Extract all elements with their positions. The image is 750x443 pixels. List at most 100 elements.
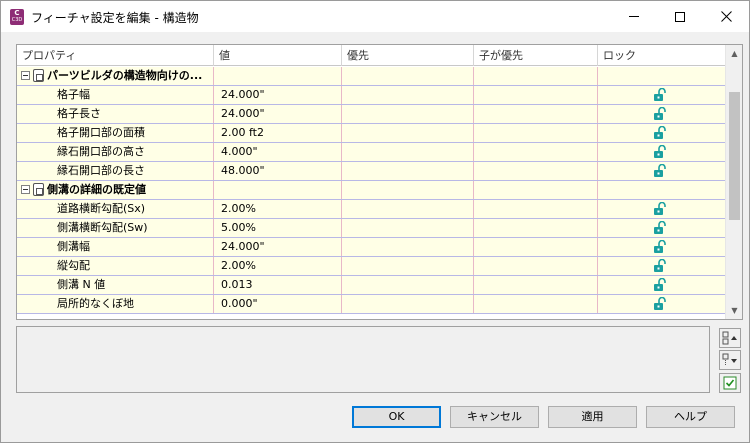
scroll-up-arrow-icon[interactable]: ▲ xyxy=(726,45,742,62)
property-value[interactable]: 2.00% xyxy=(214,200,342,218)
unlocked-padlock-icon[interactable] xyxy=(653,240,667,254)
property-value[interactable]: 24.000" xyxy=(214,105,342,123)
property-value[interactable]: 5.00% xyxy=(214,219,342,237)
table-row[interactable]: 格子長さ 24.000" xyxy=(17,105,726,124)
lock-cell[interactable] xyxy=(598,257,726,275)
unlocked-padlock-icon[interactable] xyxy=(653,278,667,292)
table-row[interactable]: 側溝幅 24.000" xyxy=(17,238,726,257)
lock-cell[interactable] xyxy=(598,219,726,237)
minimize-icon xyxy=(629,16,639,17)
move-up-button[interactable] xyxy=(719,328,741,348)
override-cell[interactable] xyxy=(342,257,474,275)
child-override-cell xyxy=(474,67,598,85)
group-row[interactable]: パーツビルダの構造物向けの... xyxy=(17,67,726,86)
unlocked-padlock-icon[interactable] xyxy=(653,107,667,121)
property-value[interactable]: 0.000" xyxy=(214,295,342,313)
unlocked-padlock-icon[interactable] xyxy=(653,164,667,178)
property-value[interactable]: 0.013 xyxy=(214,276,342,294)
table-row[interactable]: 縁石開口部の高さ 4.000" xyxy=(17,143,726,162)
property-value[interactable]: 2.00% xyxy=(214,257,342,275)
close-button[interactable] xyxy=(703,1,749,32)
unlocked-padlock-icon[interactable] xyxy=(653,202,667,216)
civil3d-app-icon: C C3D xyxy=(10,9,24,25)
apply-button[interactable]: 適用 xyxy=(548,406,637,428)
title-bar[interactable]: C C3D フィーチャ設定を編集 - 構造物 xyxy=(1,1,749,32)
child-override-cell xyxy=(474,295,598,313)
property-value[interactable]: 48.000" xyxy=(214,162,342,180)
vertical-scrollbar[interactable]: ▲ ▼ xyxy=(725,45,742,319)
lock-cell[interactable] xyxy=(598,143,726,161)
unlocked-padlock-icon[interactable] xyxy=(653,145,667,159)
child-override-cell xyxy=(474,219,598,237)
group-header-cell: パーツビルダの構造物向けの... xyxy=(17,67,214,85)
override-cell[interactable] xyxy=(342,219,474,237)
property-value[interactable]: 4.000" xyxy=(214,143,342,161)
override-cell[interactable] xyxy=(342,143,474,161)
lock-cell[interactable] xyxy=(598,238,726,256)
lock-cell[interactable] xyxy=(598,295,726,313)
ok-button[interactable]: OK xyxy=(352,406,441,428)
group-row[interactable]: 側溝の詳細の既定値 xyxy=(17,181,726,200)
column-header-override[interactable]: 優先 xyxy=(342,45,474,66)
override-cell[interactable] xyxy=(342,162,474,180)
lock-cell[interactable] xyxy=(598,124,726,142)
column-header-property[interactable]: プロパティ xyxy=(17,45,214,66)
table-row[interactable]: 局所的なくぼ地 0.000" xyxy=(17,295,726,314)
override-cell[interactable] xyxy=(342,295,474,313)
column-header-lock[interactable]: ロック xyxy=(598,45,726,66)
override-cell[interactable] xyxy=(342,200,474,218)
maximize-button[interactable] xyxy=(657,1,703,32)
unlocked-padlock-icon[interactable] xyxy=(653,297,667,311)
table-row[interactable]: 縁石開口部の長さ 48.000" xyxy=(17,162,726,181)
table-row[interactable]: 縦勾配 2.00% xyxy=(17,257,726,276)
scrollbar-thumb[interactable] xyxy=(729,92,740,220)
minimize-button[interactable] xyxy=(611,1,657,32)
child-override-cell xyxy=(474,276,598,294)
child-override-cell xyxy=(474,105,598,123)
property-name: 側溝横断勾配(Sw) xyxy=(17,219,214,237)
property-name: 縦勾配 xyxy=(17,257,214,275)
property-name: 道路横断勾配(Sx) xyxy=(17,200,214,218)
table-row[interactable]: 格子開口部の面積 2.00 ft2 xyxy=(17,124,726,143)
table-row[interactable]: 道路横断勾配(Sx) 2.00% xyxy=(17,200,726,219)
override-cell[interactable] xyxy=(342,86,474,104)
move-down-button[interactable] xyxy=(719,350,741,370)
collapse-icon[interactable] xyxy=(21,184,30,194)
help-button[interactable]: ヘルプ xyxy=(646,406,735,428)
group-label: パーツビルダの構造物向けの... xyxy=(47,69,203,82)
override-cell[interactable] xyxy=(342,105,474,123)
unlocked-padlock-icon[interactable] xyxy=(653,126,667,140)
column-header-child-override[interactable]: 子が優先 xyxy=(474,45,598,66)
unlocked-padlock-icon[interactable] xyxy=(653,88,667,102)
property-value[interactable]: 2.00 ft2 xyxy=(214,124,342,142)
property-name: 格子開口部の面積 xyxy=(17,124,214,142)
property-name: 側溝幅 xyxy=(17,238,214,256)
table-row[interactable]: 側溝 N 値 0.013 xyxy=(17,276,726,295)
property-value[interactable]: 24.000" xyxy=(214,238,342,256)
table-row[interactable]: 側溝横断勾配(Sw) 5.00% xyxy=(17,219,726,238)
unlocked-padlock-icon[interactable] xyxy=(653,259,667,273)
lock-cell[interactable] xyxy=(598,86,726,104)
cancel-button[interactable]: キャンセル xyxy=(450,406,539,428)
check-button[interactable] xyxy=(719,373,741,393)
child-override-cell xyxy=(474,124,598,142)
property-name: 格子幅 xyxy=(17,86,214,104)
lock-cell[interactable] xyxy=(598,200,726,218)
window-title: フィーチャ設定を編集 - 構造物 xyxy=(31,11,199,25)
child-override-cell xyxy=(474,257,598,275)
property-value[interactable]: 24.000" xyxy=(214,86,342,104)
lock-cell xyxy=(598,181,726,199)
override-cell[interactable] xyxy=(342,124,474,142)
lock-cell[interactable] xyxy=(598,105,726,123)
override-cell[interactable] xyxy=(342,276,474,294)
child-override-cell xyxy=(474,143,598,161)
override-cell[interactable] xyxy=(342,238,474,256)
lock-cell[interactable] xyxy=(598,276,726,294)
collapse-icon[interactable] xyxy=(21,70,30,80)
scroll-down-arrow-icon[interactable]: ▼ xyxy=(726,302,742,319)
unlocked-padlock-icon[interactable] xyxy=(653,221,667,235)
table-row[interactable]: 格子幅 24.000" xyxy=(17,86,726,105)
column-header-value[interactable]: 値 xyxy=(214,45,342,66)
group-header-cell: 側溝の詳細の既定値 xyxy=(17,181,214,199)
lock-cell[interactable] xyxy=(598,162,726,180)
